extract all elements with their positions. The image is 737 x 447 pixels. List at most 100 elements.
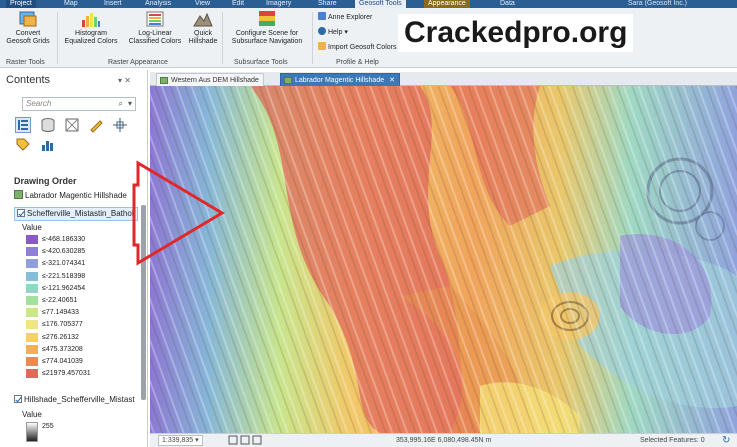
help-button[interactable]: Help ▾ (318, 27, 348, 37)
layer-row-hillshade[interactable]: Hillshade_Schefferville_Mistast (14, 395, 135, 405)
tab-analysis[interactable]: Analysis (145, 0, 171, 8)
ribbon-separator (312, 12, 313, 64)
list-by-selection-icon[interactable] (64, 117, 80, 133)
list-by-source-icon[interactable] (40, 117, 56, 133)
map-icon (14, 190, 23, 199)
convert-label-1: Convert (15, 30, 41, 37)
legend-label: ≤475.373208 (42, 345, 83, 353)
tab-data[interactable]: Data (500, 0, 515, 8)
selected-features-count: Selected Features: 0 (640, 437, 705, 444)
map-layer-row[interactable]: Labrador Magentic Hillshade (14, 190, 127, 201)
tab-appearance[interactable]: Appearance (424, 0, 470, 8)
import-colors-icon (318, 42, 326, 50)
search-input[interactable]: Search ⌕ ▾ (22, 97, 136, 111)
convert-label-2: Geosoft Grids (6, 38, 50, 45)
grid-convert-icon (19, 11, 37, 27)
map-layer-name: Labrador Magentic Hillshade (25, 191, 127, 200)
layer-visibility-checkbox[interactable] (14, 395, 22, 403)
legend-label: ≤276.26132 (42, 333, 79, 341)
import-geosoft-colors-button[interactable]: Import Geosoft Colors (318, 42, 396, 52)
classified-colors-icon (146, 11, 164, 27)
hillshade-ramp (26, 422, 38, 442)
histogram-colors-icon (82, 13, 100, 27)
legend-value-heading: Value (22, 223, 42, 232)
group-raster-tools: Raster Tools (6, 59, 45, 66)
tab-view[interactable]: View (195, 0, 210, 8)
legend-label: ≤-321.074341 (42, 260, 86, 268)
legend-swatch (26, 296, 38, 305)
configure-scene-button[interactable]: Configure Scene for Subsurface Navigatio… (224, 10, 310, 46)
ribbon-separator (57, 12, 58, 64)
tab-label: Labrador Magentic Hillshade (295, 77, 385, 84)
search-placeholder: Search (26, 99, 52, 108)
legend-label: ≤77.149433 (42, 309, 79, 317)
log-linear-classified-colors-button[interactable]: Log-Linear Classified Colors (124, 10, 186, 46)
legend-swatch (26, 332, 38, 342)
tab-imagery[interactable]: Imagery (266, 0, 291, 8)
import-colors-label: Import Geosoft Colors (328, 44, 397, 51)
legend-label: ≤-468.186330 (42, 236, 86, 243)
annotation-arrow-icon (150, 86, 737, 433)
loglinear-label-2: Classified Colors (128, 38, 182, 45)
legend-swatch (26, 308, 38, 318)
tab-project[interactable]: Project (6, 0, 36, 8)
legend-swatch (26, 247, 38, 257)
legend-swatch (26, 320, 38, 330)
legend-label: ≤21979.457031 (42, 370, 91, 378)
legend-swatch (26, 357, 38, 366)
list-by-editing-icon[interactable] (88, 117, 104, 133)
map-tab-icon (284, 77, 292, 84)
list-by-labeling-icon[interactable] (15, 137, 31, 153)
tab-label: Western Aus DEM Hillshade (171, 77, 259, 84)
hillshade-icon (193, 12, 213, 27)
contents-title: Contents (6, 74, 51, 86)
histogram-equalized-colors-button[interactable]: Histogram Equalized Colors (60, 10, 122, 46)
legend-label: ≤-22.40651 (42, 297, 78, 304)
tab-western-aus-dem[interactable]: Western Aus DEM Hillshade (156, 73, 264, 86)
view-tools-icon[interactable] (228, 434, 264, 447)
legend-swatch (26, 235, 38, 244)
drawing-order-heading: Drawing Order (14, 176, 77, 186)
coordinate-readout: 353,995.16E 6,080,498.45N m (396, 437, 492, 444)
list-by-drawing-order-icon[interactable] (15, 117, 31, 133)
hillshade-value-heading: Value (22, 410, 42, 419)
watermark-text: Crackedpro.org (398, 14, 634, 52)
quick-hillshade-button[interactable]: Quick Hillshade (186, 10, 220, 46)
group-profile-help: Profile & Help (336, 59, 379, 66)
search-dropdown-icon[interactable]: ▾ (128, 98, 132, 110)
legend-label: ≤-121.962454 (42, 284, 86, 292)
refresh-icon[interactable]: ↻ (722, 434, 730, 447)
anne-explorer-label: Anne Explorer (328, 14, 373, 21)
hillshade-label-2: Hillshade (188, 38, 218, 45)
legend-label: ≤-221.518398 (42, 272, 86, 280)
map-canvas[interactable] (150, 86, 737, 433)
map-tab-icon (160, 77, 168, 84)
tab-share[interactable]: Share (318, 0, 337, 8)
account-name[interactable]: Sara (Geosoft Inc.) (628, 0, 687, 8)
ribbon-separator (222, 12, 223, 64)
scale-selector[interactable]: 1:339,835 ▾ (158, 435, 203, 446)
tab-labrador-magnetic[interactable]: Labrador Magentic Hillshade ✕ (280, 73, 400, 86)
histogram-label-2: Equalized Colors (64, 38, 118, 45)
list-by-snapping-icon[interactable] (112, 117, 128, 133)
tab-map[interactable]: Map (64, 0, 78, 8)
search-icon[interactable]: ⌕ (119, 98, 123, 110)
histogram-label-1: Histogram (75, 30, 107, 37)
legend-swatch (26, 344, 38, 354)
tab-geosoft-tools[interactable]: Geosoft Tools (355, 0, 406, 8)
help-label: Help ▾ (328, 29, 348, 36)
anne-explorer-button[interactable]: Anne Explorer (318, 12, 372, 22)
list-by-charts-icon[interactable] (40, 137, 56, 153)
layer-visibility-checkbox[interactable] (17, 209, 25, 217)
pane-controls[interactable]: ▾ ✕ (118, 76, 131, 85)
scene-label-2: Subsurface Navigation (231, 38, 303, 45)
status-bar: 1:339,835 ▾ 353,995.16E 6,080,498.45N m … (150, 433, 737, 447)
convert-geosoft-grids-button[interactable]: Convert Geosoft Grids (2, 10, 54, 46)
map-view-tabs: Western Aus DEM Hillshade Labrador Magen… (150, 72, 737, 86)
red-arrow-icon (132, 160, 225, 266)
tab-insert[interactable]: Insert (104, 0, 122, 8)
close-icon[interactable]: ✕ (389, 77, 395, 84)
tab-edit[interactable]: Edit (232, 0, 244, 8)
hillshade-max-value: 255 (42, 423, 54, 430)
chevron-down-icon: ▾ (195, 437, 199, 444)
